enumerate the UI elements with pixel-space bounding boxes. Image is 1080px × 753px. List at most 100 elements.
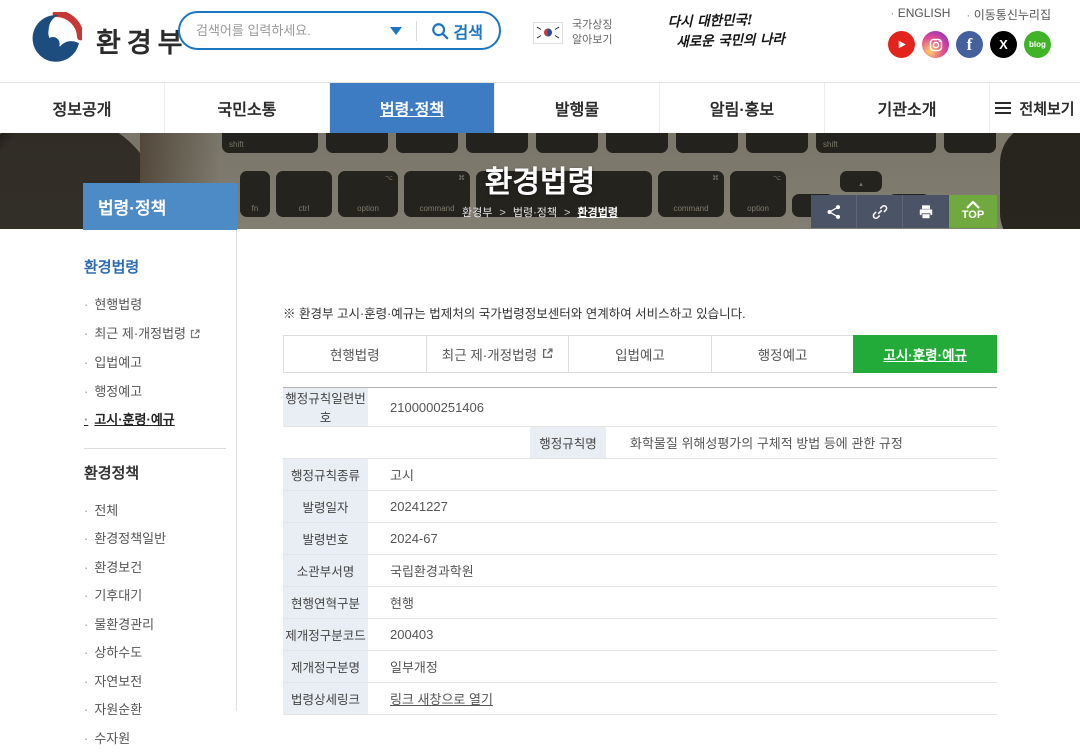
tab-legislation-notice[interactable]: 입법예고 bbox=[568, 335, 712, 373]
search-icon bbox=[431, 22, 449, 40]
ministry-logo[interactable]: 환경부 bbox=[30, 12, 189, 69]
site-header: 환경부 검색 국가상징 알아보기 다시 대한민국! 새로운 국민의 나 bbox=[0, 0, 1080, 82]
sidebar-item-recent-law[interactable]: 최근 제·개정법령 bbox=[84, 320, 236, 350]
search-button-label: 검색 bbox=[454, 19, 483, 43]
print-button[interactable] bbox=[903, 195, 949, 228]
search-input[interactable] bbox=[196, 23, 384, 38]
table-row: 행정규칙종류 고시 bbox=[283, 459, 997, 491]
blog-icon[interactable]: blog bbox=[1024, 31, 1051, 58]
nav-item-news[interactable]: 알림·홍보 bbox=[660, 83, 825, 133]
row-value: 국립환경과학원 bbox=[368, 555, 997, 586]
row-value: 고시 bbox=[368, 459, 997, 490]
national-symbol-label: 국가상징 알아보기 bbox=[572, 18, 612, 48]
table-row: 제개정구분명 일부개정 bbox=[283, 651, 997, 683]
top-button-label: TOP bbox=[962, 209, 984, 221]
copy-link-button[interactable] bbox=[857, 195, 903, 228]
youtube-icon[interactable] bbox=[888, 31, 915, 58]
nav-item-law-policy[interactable]: 법령·정책 bbox=[330, 83, 495, 133]
row-label: 소관부서명 bbox=[283, 555, 368, 586]
national-symbol-link[interactable]: 국가상징 알아보기 bbox=[533, 18, 612, 48]
sidebar-item-current-law[interactable]: 현행법령 bbox=[84, 291, 236, 320]
all-menu-label: 전체보기 bbox=[1019, 98, 1074, 119]
table-row: 행정규칙일련번호 2100000251406 bbox=[283, 388, 997, 427]
sidebar-item-admin-notice[interactable]: 행정예고 bbox=[84, 378, 236, 407]
row-value: 2100000251406 bbox=[368, 388, 997, 426]
row-value: 일부개정 bbox=[368, 651, 997, 682]
sidebar-divider bbox=[84, 448, 226, 449]
sidebar-item-env-health[interactable]: 환경보건 bbox=[84, 554, 236, 583]
row-label: 발령일자 bbox=[283, 491, 368, 522]
keyboard-key bbox=[746, 133, 808, 153]
government-emblem-icon bbox=[30, 12, 82, 69]
sidebar-item-legislation-notice[interactable]: 입법예고 bbox=[84, 349, 236, 378]
print-icon bbox=[918, 204, 934, 220]
tab-notifications[interactable]: 고시·훈령·예규 bbox=[853, 335, 997, 373]
sidebar-title: 법령·정책 bbox=[83, 183, 237, 230]
table-row: 소관부서명 국립환경과학원 bbox=[283, 555, 997, 587]
x-twitter-icon[interactable]: X bbox=[990, 31, 1017, 58]
row-value: 현행 bbox=[368, 587, 997, 618]
sidebar-item-recycling[interactable]: 자원순환 bbox=[84, 696, 236, 725]
tab-recent-law[interactable]: 최근 제·개정법령 bbox=[426, 335, 570, 373]
sidebar-item-climate-air[interactable]: 기후대기 bbox=[84, 582, 236, 611]
breadcrumb-home[interactable]: 환경부 bbox=[462, 207, 492, 219]
row-value: 200403 bbox=[368, 619, 997, 650]
keyboard-key bbox=[606, 133, 668, 153]
sidebar-item-water-resources[interactable]: 수자원 bbox=[84, 725, 236, 753]
sidebar-section-env-law[interactable]: 환경법령 bbox=[84, 256, 236, 277]
sidebar-item-water-supply[interactable]: 상하수도 bbox=[84, 639, 236, 668]
row-value: 링크 새창으로 열기 bbox=[368, 683, 997, 714]
keyboard-key bbox=[396, 133, 458, 153]
row-value: 20241227 bbox=[368, 491, 997, 522]
sidebar-item-nature[interactable]: 자연보전 bbox=[84, 668, 236, 697]
nav-item-communication[interactable]: 국민소통 bbox=[165, 83, 330, 133]
table-row: 법령상세링크 링크 새창으로 열기 bbox=[283, 683, 997, 715]
sidebar-section-env-policy[interactable]: 환경정책 bbox=[84, 462, 236, 483]
row-label: 제개정구분명 bbox=[283, 651, 368, 682]
instagram-icon[interactable] bbox=[922, 31, 949, 58]
table-row: 발령일자 20241227 bbox=[283, 491, 997, 523]
link-icon bbox=[872, 204, 888, 220]
sidebar-menu: 환경법령 현행법령 최근 제·개정법령 입법예고 행정예고 고시·훈령·예규 환… bbox=[83, 230, 237, 711]
global-navigation: 정보공개 국민소통 법령·정책 발행물 알림·홍보 기관소개 전체보기 bbox=[0, 82, 1080, 133]
row-value: 2024-67 bbox=[368, 523, 997, 554]
nav-item-publications[interactable]: 발행물 bbox=[495, 83, 660, 133]
row-label: 행정규칙종류 bbox=[283, 459, 368, 490]
search-box: 검색 bbox=[178, 11, 501, 50]
utility-links: ENGLISH 이동통신누리집 bbox=[890, 6, 1051, 23]
service-notice: ※ 환경부 고시·훈령·예규는 법제처의 국가법령정보센터와 연계하여 서비스하… bbox=[283, 303, 746, 322]
law-detail-link[interactable]: 링크 새창으로 열기 bbox=[390, 689, 493, 708]
search-button[interactable]: 검색 bbox=[431, 19, 483, 43]
english-link[interactable]: ENGLISH bbox=[890, 6, 950, 23]
rule-detail-table: 행정규칙일련번호 2100000251406 행정규칙명 화학물질 위해성평가의… bbox=[283, 387, 997, 715]
content-tabs: 현행법령 최근 제·개정법령 입법예고 행정예고 고시·훈령·예규 bbox=[283, 335, 997, 373]
scroll-top-button[interactable]: TOP bbox=[949, 195, 997, 228]
keyboard-key bbox=[676, 133, 738, 153]
main-content: ※ 환경부 고시·훈령·예규는 법제처의 국가법령정보센터와 연계하여 서비스하… bbox=[283, 230, 997, 711]
logo-text: 환경부 bbox=[96, 21, 189, 60]
row-label: 제개정구분코드 bbox=[283, 619, 368, 650]
table-row: 발령번호 2024-67 bbox=[283, 523, 997, 555]
sidebar-item-all[interactable]: 전체 bbox=[84, 497, 236, 526]
breadcrumb-section[interactable]: 법령·정책 bbox=[513, 207, 557, 219]
sidebar-item-water-env[interactable]: 물환경관리 bbox=[84, 611, 236, 640]
external-link-icon bbox=[542, 347, 553, 362]
chevron-down-icon[interactable] bbox=[390, 27, 402, 35]
hamburger-icon bbox=[995, 102, 1011, 114]
keyboard-key: shift bbox=[222, 133, 318, 153]
keyboard-key: shift bbox=[816, 133, 936, 153]
keyboard-key bbox=[326, 133, 388, 153]
sidebar-item-policy-general[interactable]: 환경정책일반 bbox=[84, 525, 236, 554]
table-row: 제개정구분코드 200403 bbox=[283, 619, 997, 651]
keyboard-key bbox=[944, 133, 996, 153]
facebook-icon[interactable]: f bbox=[956, 31, 983, 58]
share-button[interactable] bbox=[811, 195, 857, 228]
tab-current-law[interactable]: 현행법령 bbox=[283, 335, 427, 373]
all-menu-button[interactable]: 전체보기 bbox=[990, 83, 1080, 133]
mobile-site-link[interactable]: 이동통신누리집 bbox=[966, 6, 1051, 23]
sidebar-item-notifications[interactable]: 고시·훈령·예규 bbox=[84, 406, 236, 435]
nav-item-info[interactable]: 정보공개 bbox=[0, 83, 165, 133]
share-icon bbox=[826, 204, 842, 220]
tab-admin-notice[interactable]: 행정예고 bbox=[711, 335, 855, 373]
nav-item-about[interactable]: 기관소개 bbox=[825, 83, 990, 133]
